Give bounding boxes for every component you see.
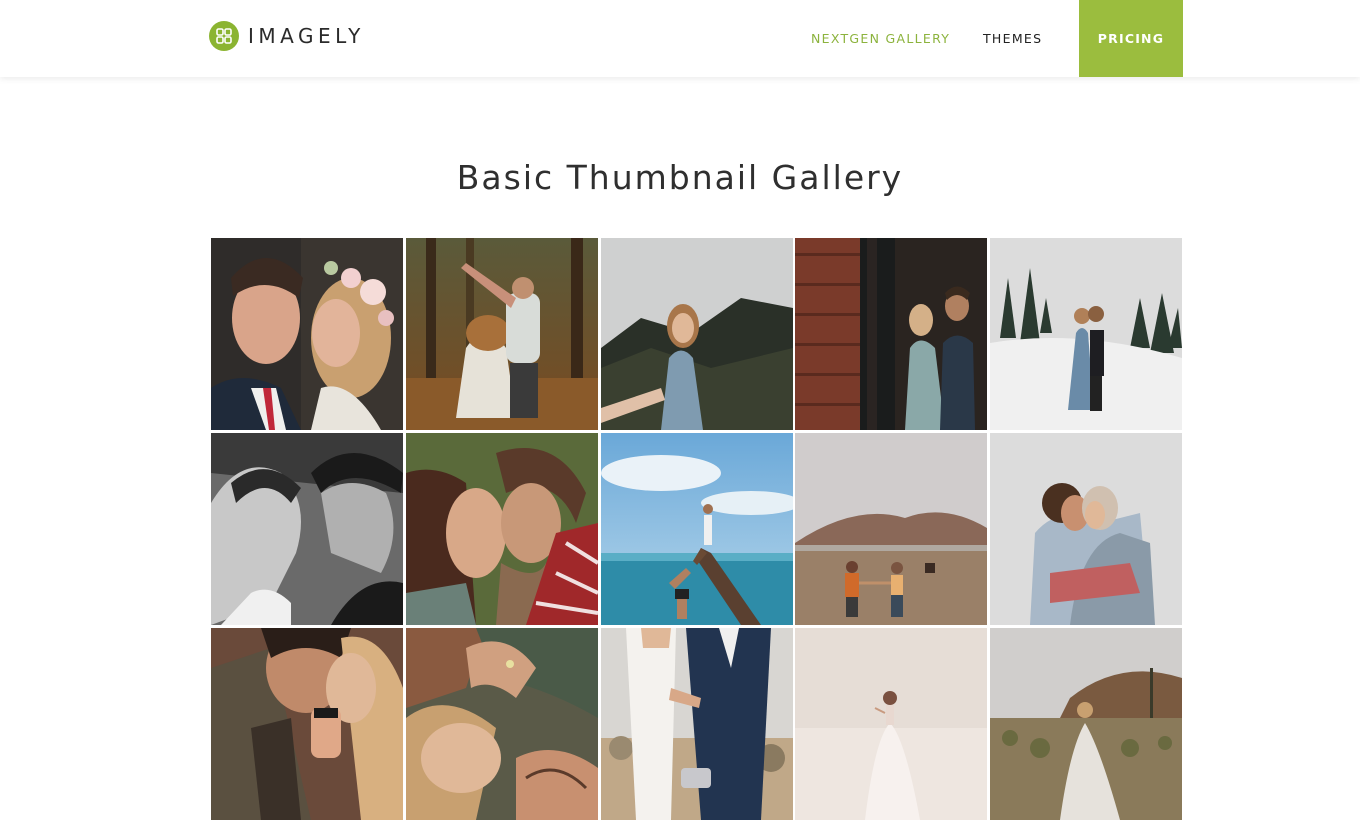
gallery-thumbnail[interactable] bbox=[990, 432, 1182, 625]
gallery-thumbnail[interactable] bbox=[600, 238, 793, 430]
nav-item-nextgen-gallery: NEXTGEN GALLERY bbox=[811, 0, 950, 77]
nav-item-themes: THEMES bbox=[983, 0, 1042, 77]
page-title: Basic Thumbnail Gallery bbox=[456, 158, 904, 197]
brand-name: IMAGELY bbox=[248, 24, 365, 48]
gallery-thumbnail[interactable] bbox=[405, 627, 598, 820]
site-header: IMAGELY NEXTGEN GALLERY THEMES PRICING bbox=[0, 0, 1360, 77]
photo-couple-flower-crown bbox=[211, 238, 403, 430]
photo-couple-black-white bbox=[211, 432, 403, 625]
nextgen-gallery-link[interactable]: NEXTGEN GALLERY bbox=[811, 31, 950, 46]
photo-bride-desert-joshua bbox=[990, 627, 1182, 820]
photo-couple-tree-ocean bbox=[600, 432, 793, 625]
gallery-thumbnail[interactable] bbox=[990, 627, 1182, 820]
gallery-thumbnail[interactable] bbox=[795, 432, 988, 625]
gallery-thumbnail[interactable] bbox=[211, 627, 403, 820]
photo-couple-field bbox=[795, 432, 988, 625]
photo-couple-dancing-forest bbox=[405, 238, 598, 430]
gallery-thumbnail[interactable] bbox=[600, 432, 793, 625]
themes-link[interactable]: THEMES bbox=[983, 31, 1042, 46]
gallery-thumbnail[interactable] bbox=[795, 238, 988, 430]
thumbnail-gallery bbox=[211, 238, 1182, 820]
photo-couple-desert-suit bbox=[600, 627, 793, 820]
gallery-thumbnail[interactable] bbox=[600, 627, 793, 820]
gallery-thumbnail[interactable] bbox=[405, 238, 598, 430]
gallery-thumbnail[interactable] bbox=[405, 432, 598, 625]
photo-bride-salt-flats bbox=[795, 627, 988, 820]
photo-couple-snowy-hill bbox=[990, 238, 1182, 430]
photo-couple-nose-to-nose bbox=[405, 432, 598, 625]
photo-couple-blanket bbox=[990, 432, 1182, 625]
gallery-thumbnail[interactable] bbox=[211, 238, 403, 430]
photo-couple-close-warm bbox=[211, 627, 403, 820]
four-squares-logo-icon bbox=[209, 21, 239, 51]
pricing-button[interactable]: PRICING bbox=[1079, 0, 1183, 77]
gallery-thumbnail[interactable] bbox=[990, 238, 1182, 430]
photo-woman-blue-dress-mountains bbox=[600, 238, 793, 430]
photo-couple-hands-ring bbox=[405, 627, 598, 820]
gallery-thumbnail[interactable] bbox=[795, 627, 988, 820]
photo-couple-brick-doorway bbox=[795, 238, 988, 430]
imagely-logo[interactable]: IMAGELY bbox=[209, 21, 365, 51]
gallery-thumbnail[interactable] bbox=[211, 432, 403, 625]
